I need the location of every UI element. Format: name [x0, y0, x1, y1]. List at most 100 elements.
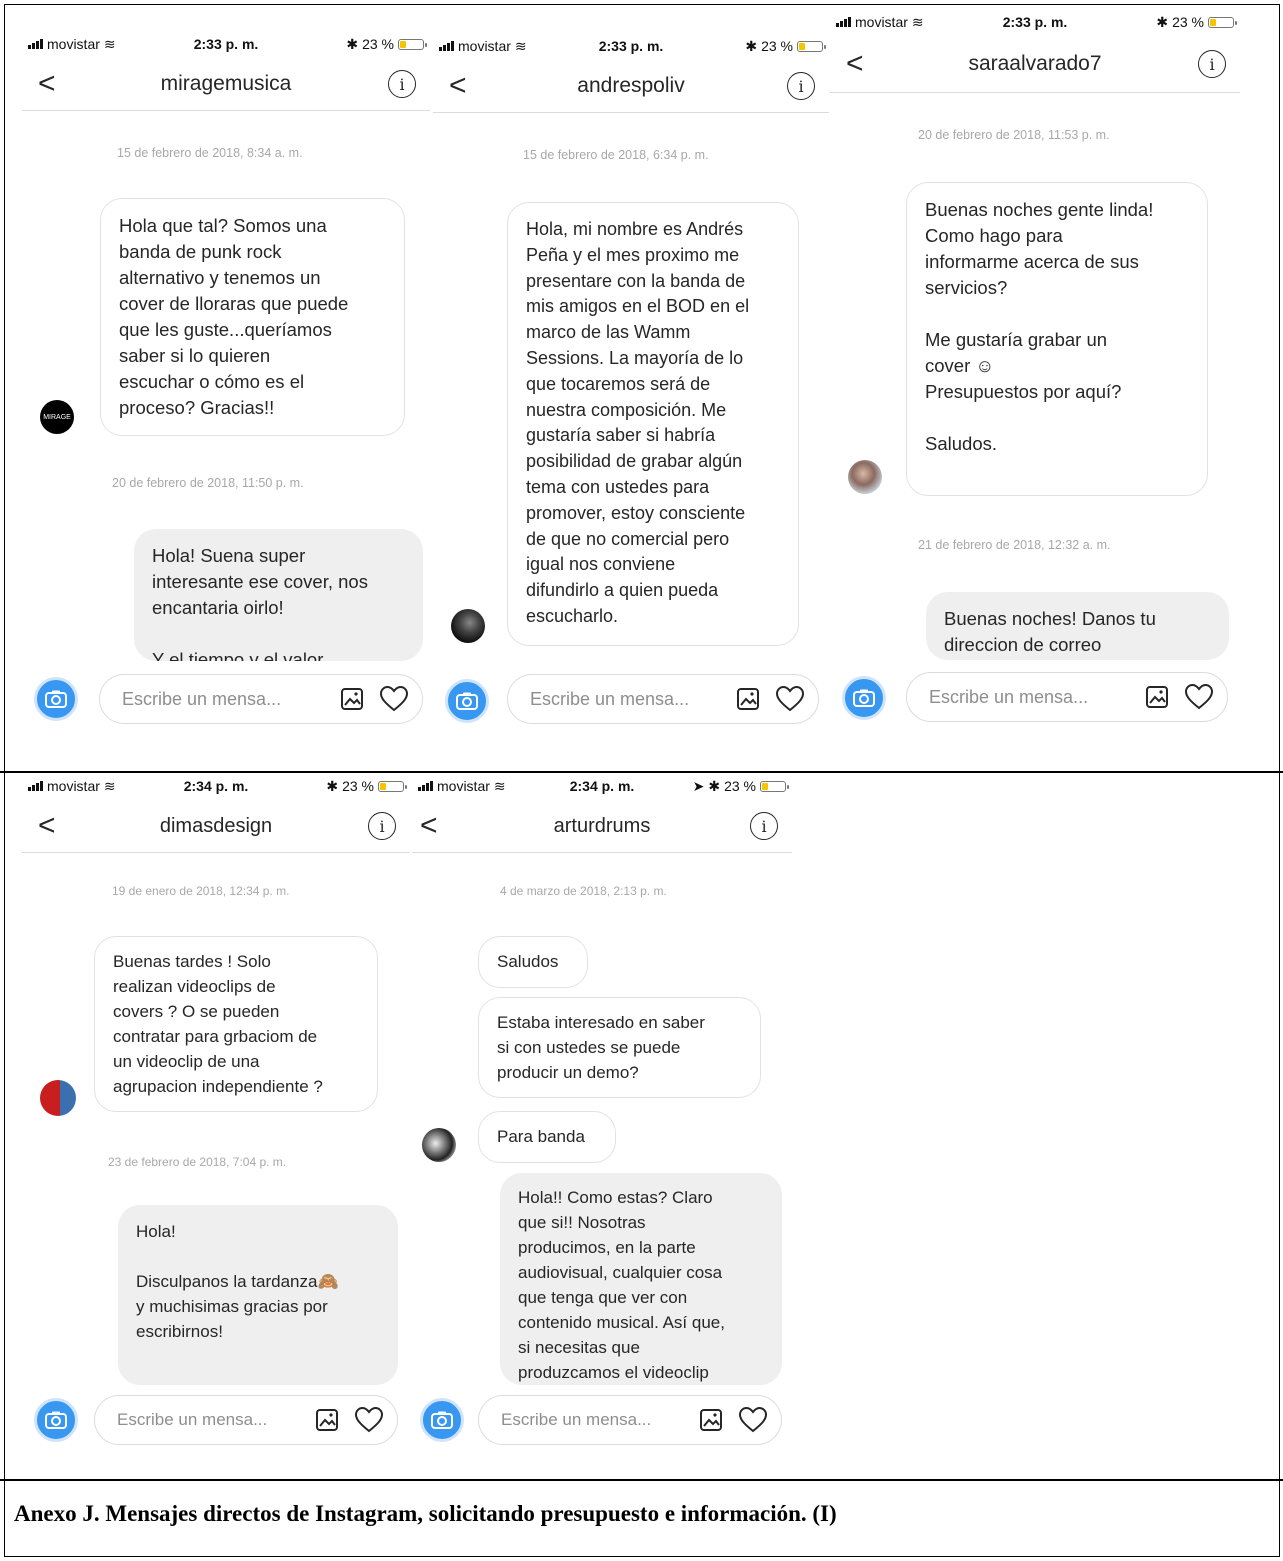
incoming-message: Hola que tal? Somos una banda de punk ro…: [100, 198, 405, 436]
carrier-name: movistar: [437, 778, 490, 794]
figure-caption: Anexo J. Mensajes directos de Instagram,…: [14, 1501, 837, 1526]
battery-percent: 23 %: [724, 778, 756, 794]
incoming-message: Buenas noches gente linda! Como hago par…: [906, 182, 1208, 496]
chat-username: dimasdesign: [159, 814, 273, 837]
message-input-placeholder: Escribe un mensa...: [122, 688, 282, 709]
wifi-icon: ≋: [911, 13, 924, 30]
heart-icon[interactable]: [776, 686, 804, 712]
avatar: [422, 1128, 456, 1162]
chat-username: arturdrums: [553, 814, 651, 837]
heart-icon[interactable]: [380, 686, 408, 712]
location-arrow-icon: ➤: [692, 777, 705, 794]
heart-icon[interactable]: [739, 1407, 767, 1433]
message-input-placeholder: Escribe un mensa...: [117, 1410, 268, 1429]
camera-button[interactable]: [842, 676, 886, 720]
gallery-icon[interactable]: [315, 1408, 339, 1432]
message-input-placeholder: Escribe un mensa...: [501, 1410, 652, 1429]
message-input[interactable]: Escribe un mensa...: [507, 674, 819, 724]
incoming-message: Para banda: [478, 1111, 616, 1163]
gallery-icon[interactable]: [1145, 685, 1169, 709]
battery-percent: 23 %: [342, 778, 374, 794]
message-input[interactable]: Escribe un mensa...: [906, 672, 1228, 722]
bluetooth-icon: ✱: [1156, 13, 1169, 30]
status-bar: movistar ≋ 2:34 p. m. ➤ ✱ 23 %: [412, 774, 792, 798]
signal-icon: [439, 41, 454, 51]
status-time: 2:34 p. m.: [183, 778, 249, 794]
chat-panel-miragemusica: movistar ≋ 2:33 p. m. ✱ 23 % < miragemusic…: [22, 32, 430, 737]
wifi-icon: ≋: [103, 777, 116, 794]
message-input-placeholder: Escribe un mensa...: [530, 688, 690, 709]
gallery-icon[interactable]: [699, 1408, 723, 1432]
battery-icon: [398, 38, 427, 50]
message-date: 20 de febrero de 2018, 11:50 p. m.: [112, 476, 304, 490]
carrier-name: movistar: [855, 14, 908, 30]
camera-button[interactable]: [420, 1398, 464, 1442]
back-chevron-icon[interactable]: <: [449, 71, 467, 101]
info-icon[interactable]: i: [368, 812, 396, 840]
bluetooth-icon: ✱: [326, 777, 339, 794]
bluetooth-icon: ✱: [346, 35, 359, 52]
camera-button[interactable]: [34, 1398, 78, 1442]
camera-icon: [853, 689, 875, 707]
avatar: [40, 1080, 76, 1116]
heart-icon[interactable]: [1185, 684, 1213, 710]
back-chevron-icon[interactable]: <: [420, 811, 438, 841]
gallery-icon[interactable]: [736, 687, 760, 711]
chat-panel-andrespoliv: movistar ≋ 2:33 p. m. ✱ 23 % < andrespoliv…: [433, 34, 829, 739]
message-input[interactable]: Escribe un mensa...: [99, 674, 423, 724]
back-chevron-icon[interactable]: <: [846, 49, 864, 79]
chat-header: < arturdrums i: [412, 800, 792, 853]
info-icon[interactable]: i: [388, 70, 416, 98]
camera-button[interactable]: [34, 677, 78, 721]
signal-icon: [836, 17, 851, 27]
message-date: 23 de febrero de 2018, 7:04 p. m.: [108, 1155, 287, 1169]
wifi-icon: ≋: [514, 37, 527, 54]
battery-icon: [1208, 16, 1237, 28]
info-icon[interactable]: i: [1198, 50, 1226, 78]
avatar-logo-text: MIRAGE: [43, 413, 71, 421]
back-chevron-icon[interactable]: <: [38, 811, 56, 841]
chat-username: saraalvarado7: [968, 52, 1102, 75]
signal-icon: [418, 781, 433, 791]
wifi-icon: ≋: [493, 777, 506, 794]
message-date: 20 de febrero de 2018, 11:53 p. m.: [918, 128, 1110, 142]
battery-icon: [378, 780, 407, 792]
incoming-message: Saludos: [478, 936, 588, 988]
bluetooth-icon: ✱: [745, 37, 758, 54]
chat-header: < miragemusica i: [22, 58, 430, 111]
chat-header: < andrespoliv i: [433, 60, 829, 113]
message-date: 15 de febrero de 2018, 6:34 p. m.: [523, 148, 709, 162]
battery-icon: [760, 780, 789, 792]
camera-button[interactable]: [445, 679, 489, 723]
back-chevron-icon[interactable]: <: [38, 69, 56, 99]
avatar: [848, 460, 882, 494]
status-time: 2:33 p. m.: [193, 36, 259, 52]
signal-icon: [28, 781, 43, 791]
camera-icon: [45, 1411, 67, 1429]
avatar: MIRAGE: [40, 400, 74, 434]
message-input[interactable]: Escribe un mensa...: [478, 1395, 782, 1445]
status-time: 2:33 p. m.: [1002, 14, 1068, 30]
outgoing-message: Buenas noches! Danos tu direccion de cor…: [926, 592, 1229, 660]
status-bar: movistar ≋ 2:33 p. m. ✱ 23 %: [22, 32, 430, 56]
caption-divider: [0, 1479, 1283, 1481]
status-bar: movistar ≋ 2:33 p. m. ✱ 23 %: [433, 34, 829, 58]
bluetooth-icon: ✱: [708, 777, 721, 794]
chat-username: andrespoliv: [577, 74, 685, 97]
message-date: 15 de febrero de 2018, 8:34 a. m.: [117, 146, 303, 160]
outgoing-message: Hola!! Como estas? Claro que si!! Nosotr…: [500, 1173, 782, 1385]
camera-icon: [456, 692, 478, 710]
row-divider: [0, 771, 1283, 773]
chat-panel-saraalvarado7: movistar ≋ 2:33 p. m. ✱ 23 % < saraalvarad…: [830, 10, 1240, 738]
status-bar: movistar ≋ 2:33 p. m. ✱ 23 %: [830, 10, 1240, 34]
message-input-placeholder: Escribe un mensa...: [929, 686, 1089, 707]
message-input[interactable]: Escribe un mensa...: [94, 1395, 398, 1445]
info-icon[interactable]: i: [750, 812, 778, 840]
battery-percent: 23 %: [362, 36, 394, 52]
heart-icon[interactable]: [355, 1407, 383, 1433]
signal-icon: [28, 39, 43, 49]
message-date: 21 de febrero de 2018, 12:32 a. m.: [918, 538, 1111, 552]
info-icon[interactable]: i: [787, 72, 815, 100]
gallery-icon[interactable]: [340, 687, 364, 711]
chat-panel-arturdrums: movistar ≋ 2:34 p. m. ➤ ✱ 23 % < arturdrums…: [412, 774, 792, 1462]
